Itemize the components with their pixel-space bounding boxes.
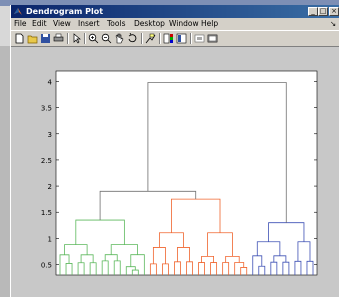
background-desktop: [0, 46, 10, 297]
figure-toolbar: [11, 30, 339, 47]
zoom-in-icon[interactable]: [88, 33, 99, 44]
colorbar-icon[interactable]: [163, 33, 174, 44]
menu-tools[interactable]: Tools: [107, 18, 125, 30]
toolbar-separator: [159, 33, 161, 44]
menu-window[interactable]: Window: [169, 18, 199, 30]
figure-window: Dendrogram Plot _ □ × File Edit View Ins…: [10, 5, 339, 297]
y-tick-label: 3: [48, 131, 52, 139]
menu-desktop[interactable]: Desktop: [134, 18, 165, 30]
menubar-overflow-icon[interactable]: ↘: [330, 18, 336, 30]
maximize-button[interactable]: □: [318, 7, 328, 16]
rotate-3d-icon[interactable]: [127, 33, 138, 44]
menu-bar: File Edit View Insert Tools Desktop Wind…: [11, 18, 339, 30]
print-icon[interactable]: [53, 33, 64, 44]
window-title: Dendrogram Plot: [26, 7, 104, 16]
zoom-out-icon[interactable]: [101, 33, 112, 44]
legend-icon[interactable]: [176, 33, 187, 44]
close-button[interactable]: ×: [329, 7, 339, 16]
y-tick-label: 2: [48, 183, 52, 191]
figure-area: 0.5 1 1.5 2 2.5 3 3.5 4: [11, 47, 339, 297]
minimize-button[interactable]: _: [308, 7, 318, 16]
y-tick-label: 1.5: [41, 209, 52, 217]
hide-plot-tools-icon[interactable]: [194, 33, 205, 44]
toolbar-separator: [67, 33, 69, 44]
y-tick-label: 4: [48, 78, 53, 86]
menu-file[interactable]: File: [14, 18, 27, 30]
y-tick-label: 1: [48, 235, 52, 243]
plot-axes: [55, 70, 318, 276]
toolbar-separator: [84, 33, 86, 44]
new-figure-icon[interactable]: [14, 33, 25, 44]
toolbar-separator: [190, 33, 192, 44]
menu-help[interactable]: Help: [201, 18, 218, 30]
matlab-logo-icon: [14, 8, 22, 15]
pan-hand-icon[interactable]: [114, 33, 125, 44]
toolbar-separator: [141, 33, 143, 44]
background-window-edge: [0, 6, 10, 46]
y-tick-label: 0.5: [41, 262, 52, 270]
y-tick-label: 3.5: [41, 105, 52, 113]
menu-insert[interactable]: Insert: [78, 18, 100, 30]
show-plot-tools-icon[interactable]: [207, 33, 218, 44]
data-cursor-icon[interactable]: [145, 33, 156, 44]
menu-edit[interactable]: Edit: [32, 18, 47, 30]
edit-plot-arrow-icon[interactable]: [71, 33, 82, 44]
menu-view[interactable]: View: [53, 18, 71, 30]
open-file-icon[interactable]: [27, 33, 38, 44]
y-tick-label: 2.5: [41, 157, 52, 165]
dendrogram-chart[interactable]: 0.5 1 1.5 2 2.5 3 3.5 4: [11, 47, 339, 297]
save-icon[interactable]: [40, 33, 51, 44]
title-bar[interactable]: Dendrogram Plot _ □ ×: [11, 5, 339, 18]
